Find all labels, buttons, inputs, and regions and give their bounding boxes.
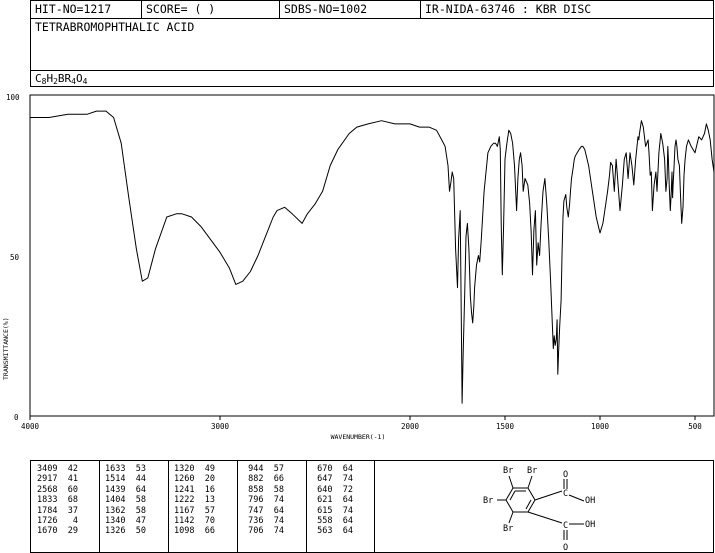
peak-row: 621 64 [312,495,353,506]
peak-row: 1670 29 [37,526,78,537]
o-label-2: O [563,543,568,553]
peak-column-divider [168,461,169,552]
structure-drawing: Br Br Br Br O C OH C OH O [483,466,595,553]
peak-row: 1833 68 [37,495,78,506]
ir-info: IR-NIDA-63746 : KBR DISC [420,1,713,18]
peak-row: 3409 42 [37,464,78,474]
peak-row: 1404 58 [105,495,146,506]
formula-element: O [75,72,83,85]
sdbs-no: SDBS-NO=1002 [279,1,420,18]
y-tick-50: 50 [10,253,20,262]
x-tick-label: 1500 [496,422,515,431]
hit-no: HIT-NO=1217 [35,2,112,16]
peak-row: 1320 49 [174,464,215,474]
molecular-formula: C8H2BR4O4 [35,72,87,86]
peak-row: 1098 66 [174,526,215,537]
peak-row: 1362 58 [105,505,146,516]
y-axis-label: TRANSMITTANCE(%) [2,317,10,380]
peak-row: 1260 20 [174,474,215,485]
peak-row: 796 74 [243,495,284,506]
compound-name: TETRABROMOPHTHALIC ACID [35,20,195,34]
peak-row: 944 57 [243,464,284,474]
br-label-bottom: Br [503,524,513,534]
peak-column: 1633 53 1514 44 1439 64 1404 58 1362 58 1340 … [105,464,146,537]
peak-row: 1142 70 [174,516,215,527]
peak-row: 1514 44 [105,474,146,485]
peak-row: 1340 47 [105,516,146,527]
peak-row: 1633 53 [105,464,146,474]
br-bond-4 [508,511,514,524]
y-tick-100: 100 [6,93,20,102]
peak-row: 1326 50 [105,526,146,537]
header-divider [31,18,713,19]
formula-element: BR [57,72,72,85]
x-tick-label: 3000 [211,422,230,431]
carboxyl-bond-1 [534,490,563,501]
peak-table: 3409 42 2917 41 2568 60 1833 68 1784 37 1726 … [31,461,374,552]
peak-row: 670 64 [312,464,353,474]
oh-label-1: OH [585,496,595,506]
peak-row: 647 74 [312,474,353,485]
peak-row: 1222 13 [174,495,215,506]
spectrum-line [30,110,715,404]
peak-column-divider [237,461,238,552]
peak-row: 747 64 [243,505,284,516]
x-tick-label: 500 [688,422,702,431]
br-bond-2 [527,475,533,489]
br-label-left: Br [483,496,493,506]
peak-row: 706 74 [243,526,284,537]
c-label-2: C [563,521,568,531]
x-tick-label: 1000 [591,422,610,431]
peak-column-divider [306,461,307,552]
peak-row: 736 74 [243,516,284,527]
formula-subscript: 4 [82,77,88,86]
br-label-top-left: Br [503,466,513,476]
peak-row: 563 64 [312,526,353,537]
table-structure-divider [374,461,375,552]
peak-column-divider [99,461,100,552]
peak-row: 1784 37 [37,505,78,516]
x-axis-label: WAVENUMBER(-1) [331,433,386,441]
br-label-top-right: Br [527,466,537,476]
peak-column: 1320 49 1260 20 1241 16 1222 13 1167 57 1142 … [174,464,215,537]
peak-row: 640 72 [312,484,353,495]
peak-row: 1726 4 [37,516,78,527]
peak-row: 615 74 [312,505,353,516]
header-box: HIT-NO=1217 SCORE= ( ) SDBS-NO=1002 IR-N… [30,0,714,87]
c-label-1: C [563,489,568,499]
peak-row: 882 66 [243,474,284,485]
c-oh-bond-1 [568,494,585,502]
br-bond-1 [508,475,514,489]
formula-divider [31,70,713,71]
score: SCORE= ( ) [141,1,279,18]
y-tick-0: 0 [14,413,19,422]
o-label-1: O [563,470,568,480]
oh-label-2: OH [585,520,595,530]
peak-column: 944 57 882 66 858 58 796 74 747 64 736 7… [243,464,284,537]
peak-row: 1167 57 [174,505,215,516]
peak-row: 2917 41 [37,474,78,485]
plot-frame [29,94,715,417]
peak-column: 670 64 647 74 640 72 621 64 615 74 558 6… [312,464,353,537]
x-tick-label: 2000 [401,422,420,431]
formula-element: C [35,72,42,85]
peak-row: 1241 16 [174,484,215,495]
carboxyl-bond-2 [527,511,563,524]
peak-table-box: 3409 42 2917 41 2568 60 1833 68 1784 37 1726 … [30,460,714,553]
peak-row: 1439 64 [105,484,146,495]
peak-row: 558 64 [312,516,353,527]
peak-column: 3409 42 2917 41 2568 60 1833 68 1784 37 1726 … [37,464,78,537]
peak-row: 2568 60 [37,484,78,495]
x-tick-label: 4000 [21,422,40,431]
peak-row: 858 58 [243,484,284,495]
